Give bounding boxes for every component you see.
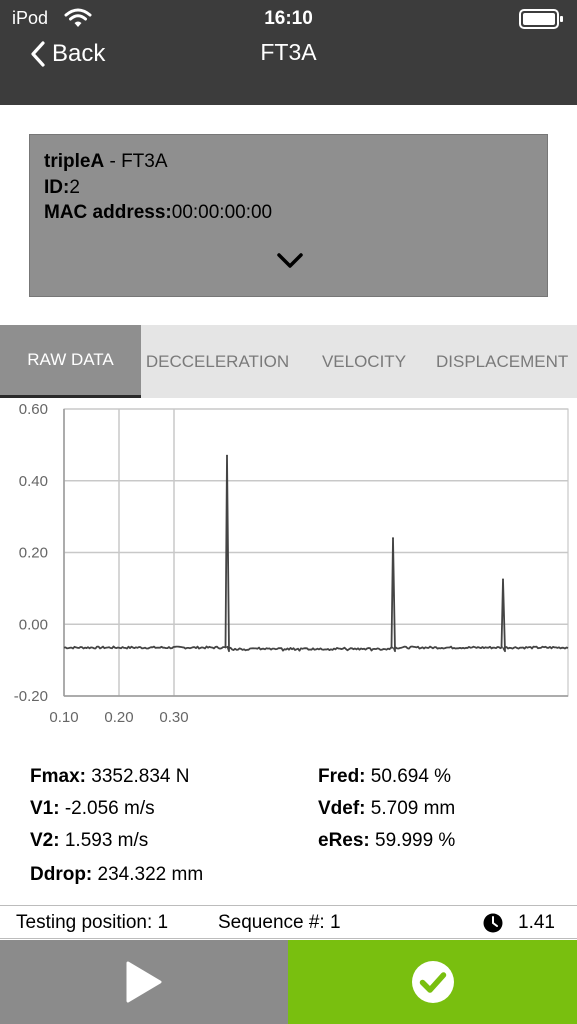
stat-v2: V2: 1.593 m/s <box>30 830 148 852</box>
expand-button[interactable] <box>273 248 307 272</box>
device-mac: MAC address:00:00:00:00 <box>44 202 272 224</box>
tab-velocity[interactable]: VELOCITY <box>300 325 428 398</box>
stat-fmax-label: Fmax: <box>30 766 86 787</box>
elapsed-time: 1.41 <box>518 912 555 933</box>
stat-v2-value: 1.593 m/s <box>64 830 149 851</box>
x-tick-label: 0.20 <box>104 709 133 726</box>
y-tick-label: 0.20 <box>19 545 48 562</box>
stat-vdef: Vdef: 5.709 mm <box>318 798 455 820</box>
top-bar: iPod 16:10 Back FT3A <box>0 0 577 105</box>
stat-ddrop-label: Ddrop: <box>30 864 93 885</box>
sequence-number: Sequence #: 1 <box>218 912 341 933</box>
tab-bar: RAW DATA DECCELERATION VELOCITY DISPLACE… <box>0 325 577 398</box>
device-mac-label: MAC address: <box>44 202 172 223</box>
tab-decceleration[interactable]: DECCELERATION <box>141 325 294 398</box>
chart-svg: 0.60 0.40 0.20 0.00 -0.200.10 0.20 0.30 <box>14 401 569 726</box>
stat-v2-label: V2: <box>30 830 60 851</box>
stat-v1-label: V1: <box>30 798 60 819</box>
y-tick-label: -0.20 <box>14 688 48 705</box>
device-name-rest: - FT3A <box>104 151 168 172</box>
stat-ddrop: Ddrop: 234.322 mm <box>30 864 203 886</box>
y-tick-label: 0.60 <box>19 401 48 418</box>
play-button[interactable] <box>0 940 288 1024</box>
stat-fred-label: Fred: <box>318 766 366 787</box>
raw-data-chart: 0.60 0.40 0.20 0.00 -0.20 0.10 0.20 0.30 <box>0 399 577 735</box>
stat-eres: eRes: 59.999 % <box>318 830 455 852</box>
device-id-label: ID: <box>44 177 70 198</box>
x-tick-label: 0.30 <box>159 709 188 726</box>
stat-fred: Fred: 50.694 % <box>318 766 451 788</box>
stat-vdef-value: 5.709 mm <box>370 798 456 819</box>
testing-position: Testing position: 1 <box>16 912 169 933</box>
stat-vdef-label: Vdef: <box>318 798 366 819</box>
device-id: ID:2 <box>44 177 80 199</box>
device-card: tripleA - FT3A ID:2 MAC address:00:00:00… <box>29 134 548 297</box>
stat-v1-value: -2.056 m/s <box>64 798 155 819</box>
device-id-value: 2 <box>69 177 80 198</box>
stat-fmax: Fmax: 3352.834 N <box>30 766 190 788</box>
y-tick-label: 0.00 <box>19 616 48 633</box>
page-title: FT3A <box>260 39 317 65</box>
clock-icon <box>483 913 503 938</box>
stat-eres-value: 59.999 % <box>375 830 456 851</box>
peak-point <box>226 454 228 457</box>
confirm-button[interactable] <box>288 940 577 1024</box>
y-tick-label: 0.40 <box>19 473 48 490</box>
peak-point <box>502 578 504 581</box>
device-name: tripleA - FT3A <box>44 151 168 173</box>
x-tick-label: 0.10 <box>49 709 78 726</box>
tab-displacement[interactable]: DISPLACEMENT <box>432 325 577 398</box>
device-name-bold: tripleA <box>44 151 105 172</box>
stat-fred-value: 50.694 % <box>370 766 452 787</box>
stat-v1: V1: -2.056 m/s <box>30 798 155 820</box>
check-circle-icon <box>411 961 454 1003</box>
stat-fmax-value: 3352.834 N <box>91 766 190 787</box>
tab-raw-data[interactable]: RAW DATA <box>0 325 141 398</box>
chevron-down-icon <box>277 253 303 268</box>
info-bar: Testing position: 1 Sequence #: 1 1.41 <box>0 905 577 939</box>
peak-point <box>392 537 394 540</box>
stat-eres-label: eRes: <box>318 830 370 851</box>
device-mac-value: 00:00:00:00 <box>171 202 273 223</box>
play-icon <box>126 961 162 1003</box>
status-time: 16:10 <box>264 8 313 29</box>
battery-icon <box>519 8 565 35</box>
stat-ddrop-value: 234.322 mm <box>97 864 204 885</box>
